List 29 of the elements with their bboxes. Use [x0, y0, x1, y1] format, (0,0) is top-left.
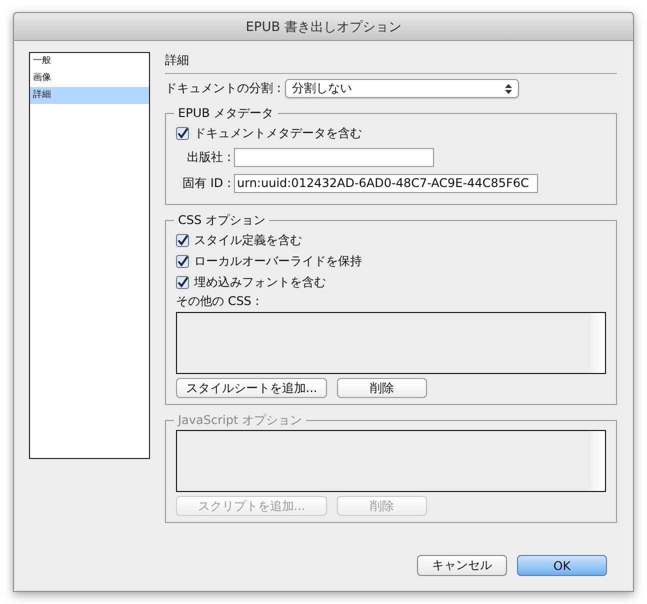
window-title: EPUB 書き出しオプション — [246, 18, 402, 36]
delete-button[interactable]: 削除 — [337, 378, 427, 398]
checkbox[interactable] — [176, 276, 189, 289]
split-label: ドキュメントの分割 : — [165, 80, 281, 97]
category-item[interactable]: 一般 — [30, 53, 149, 70]
checkbox[interactable] — [176, 127, 189, 140]
field-label: 固有 ID : — [182, 174, 231, 192]
group-title: JavaScript オプション — [174, 412, 306, 429]
list-box[interactable] — [176, 312, 606, 374]
cancel-button[interactable]: キャンセル — [417, 555, 507, 576]
add-button[interactable]: スタイルシートを追加... — [176, 378, 327, 398]
category-item[interactable]: 画像 — [30, 70, 149, 87]
section-title: 詳細 — [165, 52, 190, 69]
split-dropdown[interactable]: 分割しない — [284, 79, 519, 98]
category-item[interactable]: 詳細 — [30, 87, 149, 104]
checkbox[interactable] — [176, 234, 189, 247]
group-title: EPUB メタデータ — [174, 105, 278, 122]
ok-button[interactable]: OK — [517, 555, 607, 576]
checkbox-label: 埋め込みフォントを含む — [194, 274, 326, 291]
updown-arrows-icon — [504, 84, 512, 94]
checkbox-label: ドキュメントメタデータを含む — [194, 125, 362, 142]
text-field[interactable]: urn:uuid:012432AD-6AD0-48C7-AC9E-44C85F6C — [234, 174, 538, 192]
list-label: その他の CSS : — [176, 293, 260, 310]
checkbox-label: スタイル定義を含む — [194, 232, 302, 249]
checkbox[interactable] — [176, 255, 189, 268]
checkbox-label: ローカルオーバーライドを保持 — [194, 253, 362, 270]
field-label: 出版社 : — [186, 148, 231, 166]
text-field[interactable] — [234, 148, 434, 166]
list-box[interactable] — [176, 430, 606, 492]
